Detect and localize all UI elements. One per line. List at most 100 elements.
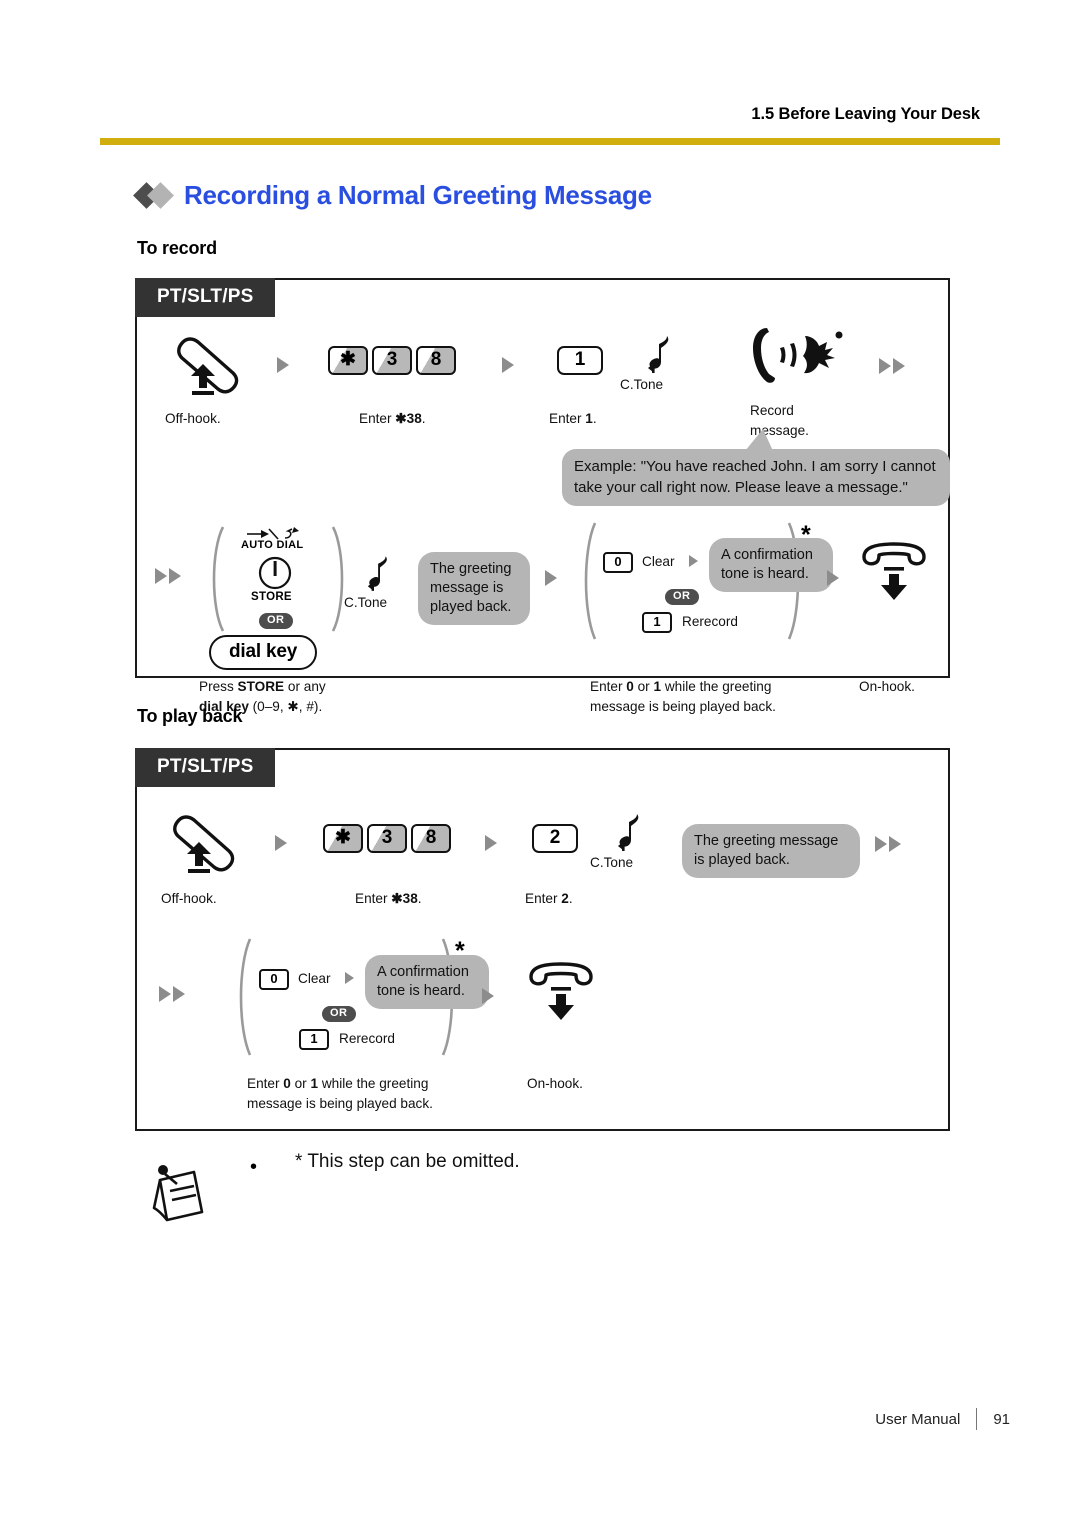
asterisk-marker-record: * <box>801 521 811 549</box>
footer-separator <box>976 1408 978 1430</box>
offhook-handset-icon <box>169 332 247 403</box>
label-auto-dial: AUTO DIAL <box>241 539 304 551</box>
subheading-to-play-back: To play back <box>137 706 243 726</box>
label-ctone-record-2: C.Tone <box>344 595 388 610</box>
caption-enter-0-or-1-l2: message is being played back. <box>590 699 776 714</box>
or-pill-record-2: OR <box>665 589 699 605</box>
caption-enter-1: Enter 1. <box>549 411 597 426</box>
caption-onhook-record: On-hook. <box>859 679 915 694</box>
label-rerecord-playback: Rerecord <box>339 1031 395 1046</box>
badge-pt-slt-ps-playback: PT/SLT/PS <box>135 748 276 787</box>
caption-enter-star38: Enter ✱38. <box>359 411 426 426</box>
section-breadcrumb: 1.5 Before Leaving Your Desk <box>751 105 980 123</box>
double-arrow-icon <box>875 836 901 852</box>
arrow-icon <box>277 357 289 373</box>
arrow-icon <box>485 835 497 851</box>
key-star[interactable]: ✱ <box>323 824 363 853</box>
arrow-icon <box>482 988 494 1004</box>
caption-enter-0-or-1-l1-playback: Enter 0 or 1 while the greeting <box>247 1076 429 1091</box>
header-rule <box>100 138 1000 145</box>
bubble-line-2: is played back. <box>694 851 790 868</box>
footer-label: User Manual <box>875 1411 961 1428</box>
page-title: Recording a Normal Greeting Message <box>133 180 652 211</box>
group-paren-left <box>577 520 599 642</box>
diagram-to-play-back: PT/SLT/PS Off-hook. ✱ 3 8 Enter ✱38. 2 E… <box>135 748 950 1131</box>
or-pill-record: OR <box>259 613 293 629</box>
label-clear-record: Clear <box>642 554 675 569</box>
caption-offhook: Off-hook. <box>165 411 221 426</box>
speech-bubble-tail <box>745 429 773 451</box>
key-2-playback[interactable]: 2 <box>532 824 578 853</box>
bubble-line-1: A confirmation <box>377 964 469 980</box>
note-bullet: • <box>250 1156 258 1178</box>
caption-enter-0-or-1-l1: Enter 0 or 1 while the greeting <box>590 679 772 694</box>
onhook-handset-icon <box>525 962 597 1031</box>
key-0-clear-playback[interactable]: 0 <box>259 969 289 990</box>
key-1-rerecord-playback[interactable]: 1 <box>299 1029 329 1050</box>
bubble-line-2: tone is heard. <box>721 565 809 582</box>
bubble-greeting-played-back: The greeting message is played back. <box>418 552 530 625</box>
key-0-clear-record[interactable]: 0 <box>603 552 633 573</box>
confirmation-tone-icon <box>615 812 647 859</box>
store-key-icon[interactable] <box>255 556 295 595</box>
label-ctone-record: C.Tone <box>620 377 664 392</box>
label-clear-playback: Clear <box>298 971 331 986</box>
key-1-rerecord-record[interactable]: 1 <box>642 612 672 633</box>
arrow-icon <box>502 357 514 373</box>
caption-enter-0-or-1-l2-playback: message is being played back. <box>247 1096 433 1111</box>
arrow-icon <box>689 555 698 567</box>
label-ctone-playback: C.Tone <box>590 855 634 870</box>
bubble-line-2: message is <box>430 579 504 596</box>
bubble-greeting-played-back-playback: The greeting message is played back. <box>682 824 860 878</box>
bubble-line-3: played back. <box>430 598 512 615</box>
offhook-handset-icon <box>165 810 243 881</box>
key-star[interactable]: ✱ <box>328 346 368 375</box>
group-paren-left <box>232 936 254 1058</box>
key-3[interactable]: 3 <box>372 346 412 375</box>
arrow-icon <box>827 570 839 586</box>
keys-star-3-8-playback: ✱ 3 8 <box>323 824 451 853</box>
double-arrow-icon <box>155 568 181 584</box>
note-text: * This step can be omitted. <box>295 1151 520 1172</box>
badge-pt-slt-ps-record: PT/SLT/PS <box>135 278 276 317</box>
page-footer: User Manual 91 <box>0 1408 1010 1430</box>
confirmation-tone-icon <box>645 334 677 381</box>
arrow-icon <box>345 972 354 984</box>
page-title-text: Recording a Normal Greeting Message <box>184 180 652 210</box>
record-message-icon <box>749 326 847 393</box>
group-paren-left <box>205 524 227 634</box>
arrow-icon <box>545 570 557 586</box>
confirmation-tone-icon <box>365 554 395 599</box>
caption-record-message-l1: Record <box>750 403 794 418</box>
caption-press-store-l1: Press STORE or any <box>199 679 326 694</box>
key-3[interactable]: 3 <box>367 824 407 853</box>
subheading-to-record: To record <box>137 238 217 258</box>
keys-star-3-8-record: ✱ 3 8 <box>328 346 456 375</box>
double-arrow-icon <box>879 358 905 374</box>
bubble-confirmation-tone-playback: A confirmation tone is heard. <box>365 955 489 1009</box>
caption-enter-star38-playback: Enter ✱38. <box>355 891 422 906</box>
caption-onhook-playback: On-hook. <box>527 1076 583 1091</box>
example-line-2: take your call right now. Please leave a… <box>574 478 908 496</box>
label-rerecord-record: Rerecord <box>682 614 738 629</box>
dial-key-pill[interactable]: dial key <box>209 635 318 670</box>
bubble-line-1: The greeting message <box>694 833 839 849</box>
group-paren-right <box>329 524 351 634</box>
arrow-icon <box>275 835 287 851</box>
bubble-line-2: tone is heard. <box>377 982 465 999</box>
label-store: STORE <box>251 591 292 603</box>
example-line-1: Example: "You have reached John. I am so… <box>574 458 936 475</box>
or-pill-playback: OR <box>322 1006 356 1022</box>
footer-page-number: 91 <box>993 1411 1010 1428</box>
bubble-line-1: The greeting <box>430 561 512 577</box>
caption-offhook-playback: Off-hook. <box>161 891 217 906</box>
diagram-to-record: PT/SLT/PS Off-hook. ✱ 3 8 Enter ✱38. 1 E… <box>135 278 950 714</box>
example-speech-bubble: Example: "You have reached John. I am so… <box>562 449 950 507</box>
key-8[interactable]: 8 <box>416 346 456 375</box>
caption-enter-2: Enter 2. <box>525 891 573 906</box>
double-arrow-icon <box>159 986 185 1002</box>
key-1-record[interactable]: 1 <box>557 346 603 375</box>
bubble-confirmation-tone-record: A confirmation tone is heard. <box>709 538 833 592</box>
key-8[interactable]: 8 <box>411 824 451 853</box>
onhook-handset-icon <box>858 542 930 611</box>
